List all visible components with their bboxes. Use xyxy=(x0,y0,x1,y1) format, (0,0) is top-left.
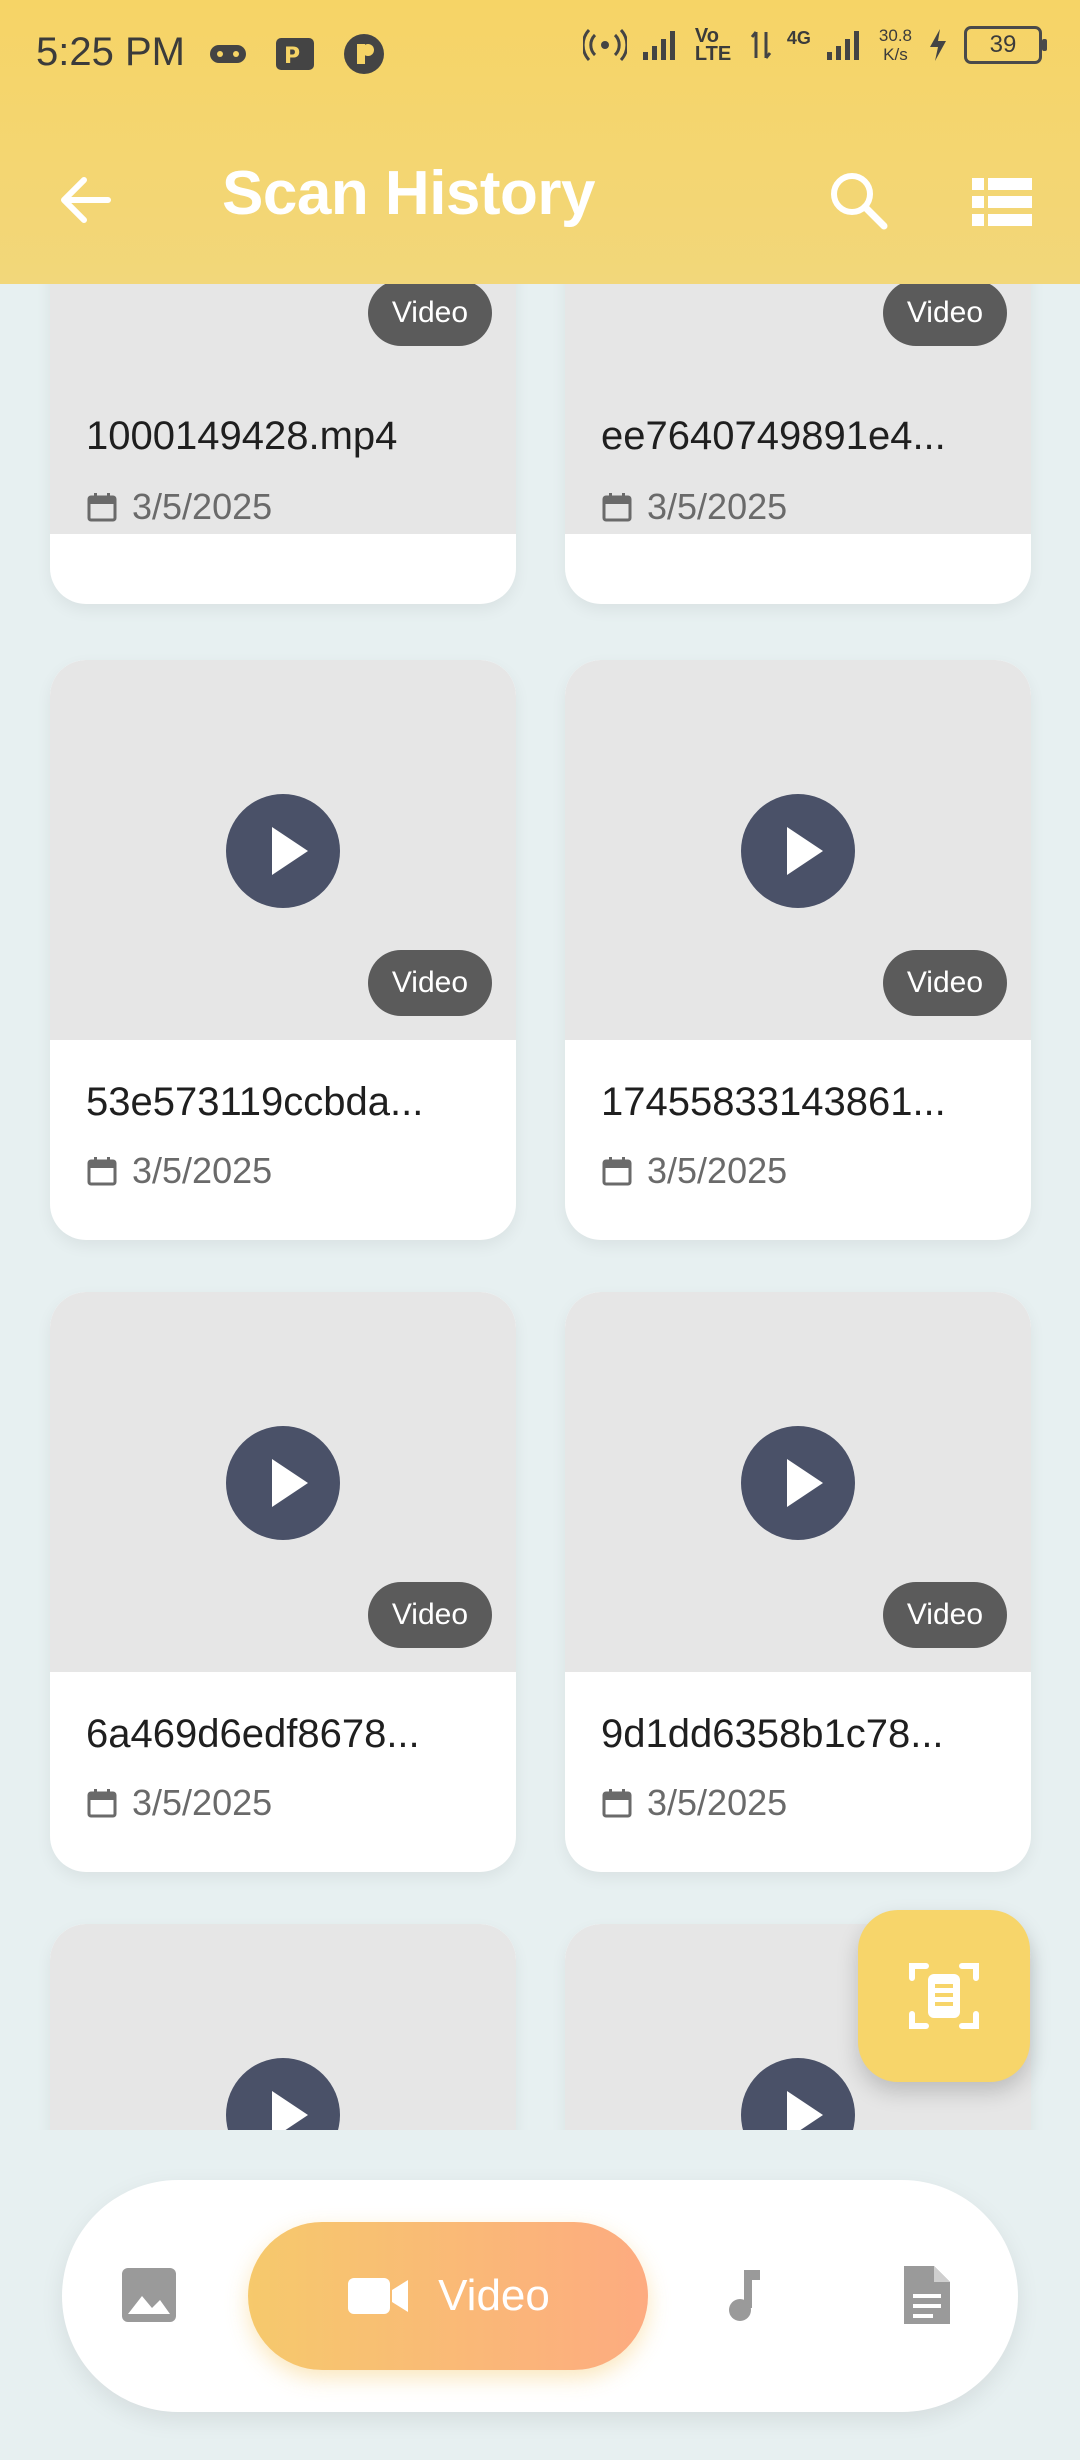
file-date: 3/5/2025 xyxy=(86,486,272,528)
tab-video[interactable]: Video xyxy=(248,2222,648,2370)
status-bar: 5:25 PM P Vo LTE 4G 30.8 K/s 39 xyxy=(0,0,1080,112)
list-view-icon[interactable] xyxy=(970,170,1034,234)
video-card[interactable]: Video 53e573119ccbda... 3/5/2025 xyxy=(50,660,516,1240)
svg-text:P: P xyxy=(284,44,300,69)
file-name: 6a469d6edf8678... xyxy=(86,1712,420,1756)
date-text: 3/5/2025 xyxy=(647,1782,788,1823)
tab-video-label: Video xyxy=(438,2271,550,2320)
data-arrows-icon xyxy=(750,31,772,59)
date-text: 3/5/2025 xyxy=(647,1150,788,1191)
arrow-left-icon[interactable] xyxy=(54,168,118,232)
video-card[interactable]: Video 6a469d6edf8678... 3/5/2025 xyxy=(50,1292,516,1872)
calendar-icon xyxy=(87,1789,117,1818)
file-date: 3/5/2025 xyxy=(86,1150,272,1192)
signal-icon-2 xyxy=(826,31,859,60)
scan-document-icon xyxy=(909,1963,979,2029)
status-time: 5:25 PM xyxy=(36,30,185,74)
play-icon[interactable] xyxy=(226,794,340,908)
app-bar: Scan History xyxy=(0,112,1080,284)
video-card[interactable]: Video ee7640749891e4... 3/5/2025 xyxy=(565,284,1031,604)
network-speed-unit: K/s xyxy=(883,45,908,64)
network-speed-value: 30.8 xyxy=(878,26,912,45)
scan-history-grid: Video 1000149428.mp4 3/5/2025 Video ee76… xyxy=(0,284,1080,2130)
video-badge: Video xyxy=(367,284,492,346)
file-date: 3/5/2025 xyxy=(601,1150,787,1192)
status-right-icons: Vo LTE 4G 30.8 K/s 39 xyxy=(582,25,1047,65)
network-speed: 30.8 K/s xyxy=(879,26,912,64)
video-badge: Video xyxy=(367,1582,492,1648)
top-bar: 5:25 PM P Vo LTE 4G 30.8 K/s 39 Scan His… xyxy=(0,0,1080,284)
video-badge: Video xyxy=(882,284,1007,346)
network-type-label: 4G xyxy=(786,27,811,48)
game-icon xyxy=(208,34,248,74)
scan-fab-button[interactable] xyxy=(858,1910,1030,2082)
music-note-icon[interactable] xyxy=(716,2266,774,2324)
bottom-navigation: Video xyxy=(62,2180,1018,2412)
battery-indicator: 39 xyxy=(964,26,1047,64)
video-card[interactable]: Video 1000149428.mp4 3/5/2025 xyxy=(50,284,516,604)
file-name: ee7640749891e4... xyxy=(601,414,946,458)
app-notification-icon: P xyxy=(274,34,316,74)
file-name: 1000149428.mp4 xyxy=(86,414,398,458)
date-text: 3/5/2025 xyxy=(647,486,788,527)
video-badge: Video xyxy=(882,950,1007,1016)
file-date: 3/5/2025 xyxy=(601,486,787,528)
play-icon[interactable] xyxy=(226,2058,340,2130)
video-card[interactable]: Video 17455833143861... 3/5/2025 xyxy=(565,660,1031,1240)
date-text: 3/5/2025 xyxy=(132,1150,273,1191)
file-name: 17455833143861... xyxy=(601,1080,946,1124)
document-icon[interactable] xyxy=(898,2264,956,2326)
video-badge: Video xyxy=(882,1582,1007,1648)
signal-icon xyxy=(642,31,675,60)
video-card[interactable] xyxy=(50,1924,516,2130)
file-date: 3/5/2025 xyxy=(86,1782,272,1824)
hotspot-icon xyxy=(582,28,627,62)
file-name: 53e573119ccbda... xyxy=(86,1080,424,1124)
file-date: 3/5/2025 xyxy=(601,1782,787,1824)
search-icon[interactable] xyxy=(826,168,890,232)
video-card[interactable]: Video 9d1dd6358b1c78... 3/5/2025 xyxy=(565,1292,1031,1872)
profile-app-icon xyxy=(342,34,386,74)
calendar-icon xyxy=(602,1157,632,1186)
video-badge: Video xyxy=(367,950,492,1016)
photo-icon[interactable] xyxy=(120,2266,178,2324)
play-icon[interactable] xyxy=(741,2058,855,2130)
file-name: 9d1dd6358b1c78... xyxy=(601,1712,944,1756)
calendar-icon xyxy=(602,1789,632,1818)
video-thumbnail[interactable] xyxy=(50,1924,516,2130)
calendar-icon xyxy=(602,493,632,522)
play-icon[interactable] xyxy=(741,1426,855,1540)
video-camera-icon xyxy=(348,2278,409,2314)
volte-label: Vo LTE xyxy=(694,25,732,65)
play-icon[interactable] xyxy=(226,1426,340,1540)
date-text: 3/5/2025 xyxy=(132,1782,273,1823)
charging-icon xyxy=(930,29,946,61)
page-title: Scan History xyxy=(222,159,596,228)
calendar-icon xyxy=(87,493,117,522)
calendar-icon xyxy=(87,1157,117,1186)
play-icon[interactable] xyxy=(741,794,855,908)
date-text: 3/5/2025 xyxy=(132,486,273,527)
